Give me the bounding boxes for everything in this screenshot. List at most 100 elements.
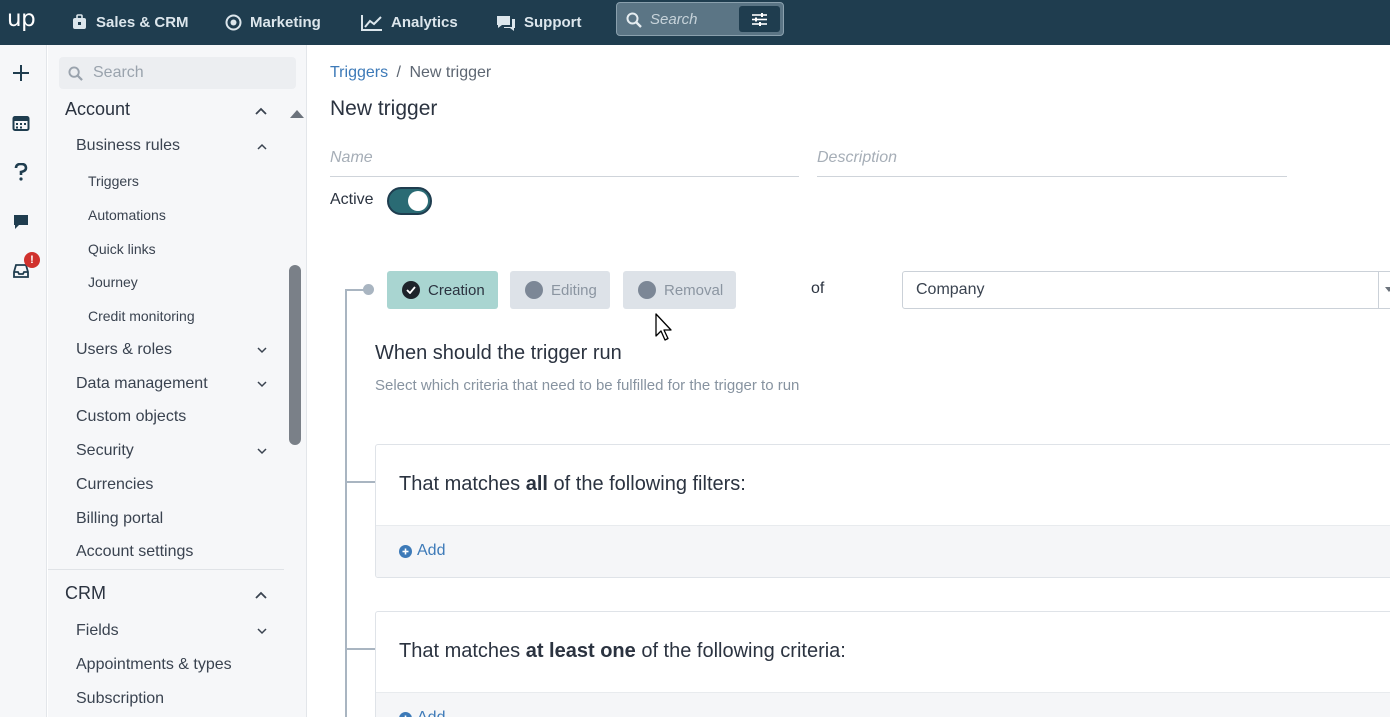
sidebar-item-users-roles[interactable]: Users & roles [76, 341, 267, 359]
filter-any-add-button[interactable]: Add [399, 709, 445, 717]
sidebar-item-security[interactable]: Security [76, 442, 267, 460]
sidebar-section-crm[interactable]: CRM [65, 583, 267, 604]
search-icon [68, 66, 83, 86]
app-logo[interactable]: up [7, 6, 36, 32]
filter-all-title: That matches all of the following filter… [399, 473, 746, 496]
event-editing-button[interactable]: Editing [510, 271, 610, 309]
event-creation-button[interactable]: Creation [387, 271, 498, 309]
nav-support[interactable]: Support [496, 0, 582, 45]
chevron-down-icon [257, 375, 267, 393]
section-title: When should the trigger run [375, 342, 622, 364]
description-field-placeholder: Description [817, 149, 898, 166]
name-field[interactable]: Name [330, 145, 799, 177]
scroll-up-arrow-icon[interactable] [290, 110, 304, 118]
nav-support-label: Support [524, 14, 582, 31]
chat-bubbles-icon [496, 14, 516, 32]
question-icon[interactable] [10, 161, 32, 183]
sidebar-item-billing-portal[interactable]: Billing portal [76, 510, 163, 528]
sidebar-item-currencies[interactable]: Currencies [76, 476, 153, 494]
sidebar-item-journey[interactable]: Journey [88, 274, 138, 290]
plus-icon[interactable] [10, 62, 32, 84]
unchecked-circle-icon [638, 281, 656, 299]
check-circle-icon [402, 281, 420, 299]
unchecked-circle-icon [525, 281, 543, 299]
tree-connector-filter-all [345, 481, 375, 483]
sidebar-item-automations[interactable]: Automations [88, 207, 166, 223]
select-separator [1378, 272, 1379, 308]
chevron-down-icon [257, 622, 267, 640]
filter-any-footer: Add [376, 692, 1390, 717]
nav-sales-crm[interactable]: Sales & CRM [71, 0, 189, 45]
sidebar-item-users-roles-label: Users & roles [76, 341, 173, 358]
sidebar-divider [48, 569, 284, 570]
main-content: Triggers / New trigger New trigger Name … [308, 45, 1390, 717]
filter-all-add-label: Add [417, 542, 446, 559]
sidebar-item-fields-label: Fields [76, 622, 119, 639]
dropdown-arrow-icon[interactable] [1385, 287, 1390, 292]
sidebar-item-fields[interactable]: Fields [76, 622, 267, 640]
filter-any-card: That matches at least one of the followi… [375, 611, 1390, 717]
filter-any-suffix: of the following criteria: [635, 640, 846, 662]
sidebar-item-quick-links[interactable]: Quick links [88, 241, 156, 257]
chevron-up-icon [255, 99, 267, 120]
sidebar-section-crm-label: CRM [65, 583, 106, 603]
entity-select[interactable]: Company [902, 271, 1390, 309]
filter-any-header: That matches at least one of the followi… [376, 612, 1390, 692]
event-editing-label: Editing [551, 281, 597, 299]
filter-all-prefix: That matches [399, 473, 526, 495]
filter-all-header: That matches all of the following filter… [376, 445, 1390, 525]
line-chart-icon [361, 14, 383, 31]
breadcrumb-current: New trigger [409, 64, 492, 81]
plus-circle-icon [399, 544, 412, 558]
active-label: Active [330, 191, 374, 208]
nav-analytics[interactable]: Analytics [361, 0, 458, 45]
global-search[interactable]: Search [616, 2, 784, 36]
sidebar-item-business-rules[interactable]: Business rules [76, 137, 267, 155]
sidebar-item-business-rules-label: Business rules [76, 137, 181, 154]
chevron-down-icon [257, 341, 267, 359]
sidebar-section-account[interactable]: Account [65, 99, 267, 120]
nav-marketing[interactable]: Marketing [225, 0, 321, 45]
mouse-cursor-icon [655, 313, 675, 346]
sidebar-item-triggers[interactable]: Triggers [88, 173, 139, 189]
page-title: New trigger [330, 97, 438, 120]
filter-all-card: That matches all of the following filter… [375, 444, 1390, 578]
filter-sliders-icon[interactable] [739, 6, 780, 32]
sidebar-section-account-label: Account [65, 99, 131, 119]
filter-any-add-label: Add [417, 709, 445, 717]
sidebar-item-account-settings[interactable]: Account settings [76, 543, 193, 561]
event-removal-button[interactable]: Removal [623, 271, 737, 309]
sidebar-item-appointments[interactable]: Appointments & types [76, 656, 232, 674]
sidebar-item-subscription[interactable]: Subscription [76, 690, 164, 708]
event-creation-label: Creation [428, 281, 485, 299]
active-toggle[interactable] [387, 187, 432, 215]
breadcrumb-triggers-link[interactable]: Triggers [330, 64, 388, 81]
toggle-knob [408, 191, 428, 211]
sidebar-search-placeholder: Search [93, 64, 144, 81]
sidebar-search-input[interactable]: Search [59, 57, 296, 89]
tree-connector-vertical [345, 289, 347, 717]
breadcrumb-separator: / [396, 64, 401, 81]
filter-any-prefix: That matches [399, 640, 526, 662]
briefcase-icon [71, 14, 88, 31]
nav-marketing-label: Marketing [250, 14, 321, 31]
sidebar-item-credit-monitoring[interactable]: Credit monitoring [88, 308, 195, 324]
tree-connector-filter-any [345, 648, 375, 650]
description-field[interactable]: Description [817, 145, 1287, 177]
name-field-placeholder: Name [330, 149, 373, 166]
sidebar-item-data-management[interactable]: Data management [76, 375, 267, 393]
sidebar-item-security-label: Security [76, 442, 134, 459]
sidebar-scrollbar-thumb[interactable] [289, 265, 301, 445]
filter-all-add-button[interactable]: Add [399, 542, 445, 560]
filter-any-title: That matches at least one of the followi… [399, 640, 846, 663]
sidebar-item-data-management-label: Data management [76, 375, 208, 392]
sidebar-item-custom-objects[interactable]: Custom objects [76, 408, 186, 426]
chat-icon[interactable] [10, 211, 32, 233]
nav-sales-crm-label: Sales & CRM [96, 14, 189, 31]
entity-select-value: Company [916, 281, 985, 298]
target-icon [225, 14, 242, 31]
calendar-icon[interactable] [10, 112, 32, 134]
plus-circle-icon [399, 711, 412, 717]
filter-all-footer: Add [376, 525, 1390, 577]
top-navigation-bar: up Sales & CRM Marketing Analytics Suppo… [0, 0, 1390, 45]
